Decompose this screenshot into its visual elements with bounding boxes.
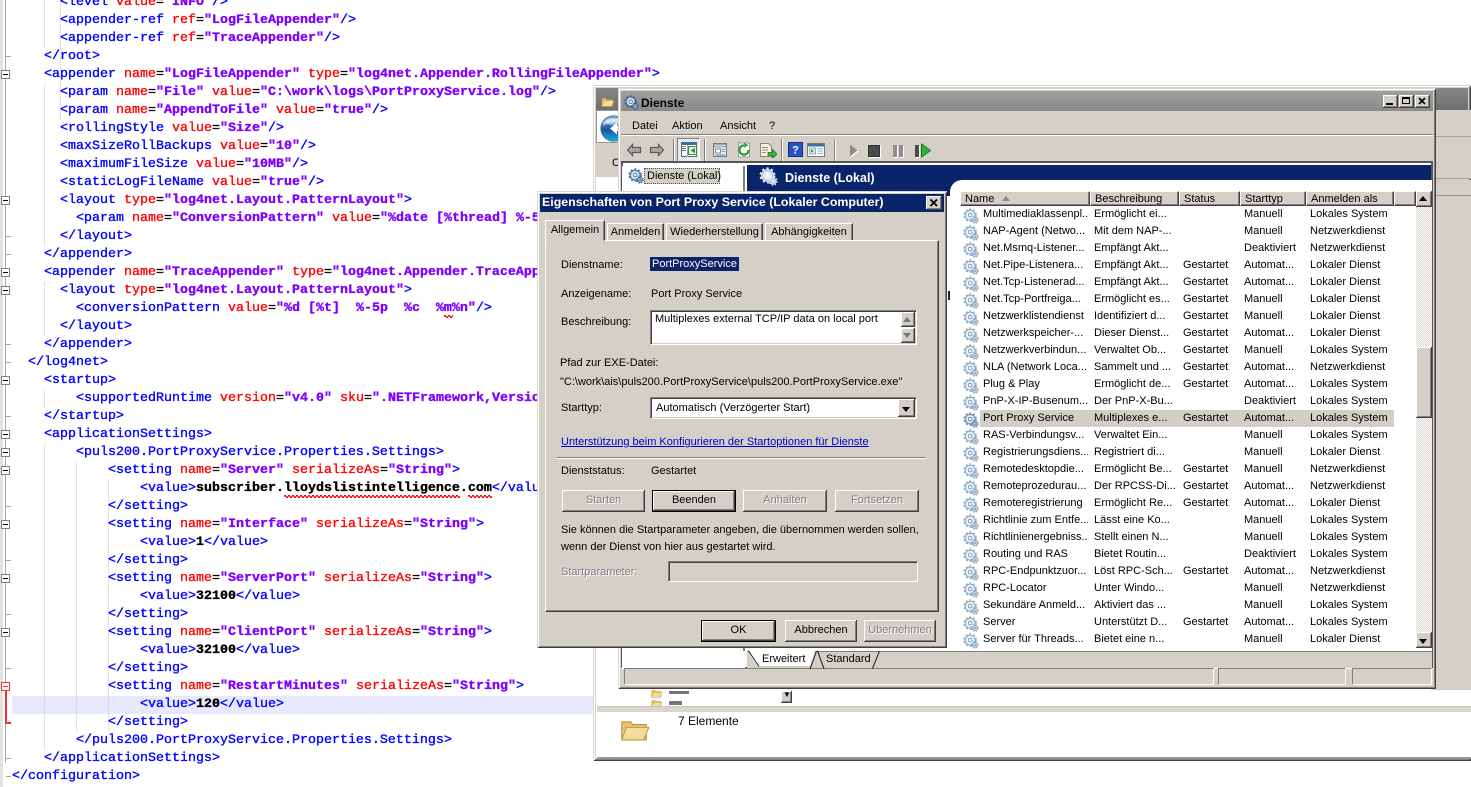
svg-text:?: ? <box>792 145 799 157</box>
